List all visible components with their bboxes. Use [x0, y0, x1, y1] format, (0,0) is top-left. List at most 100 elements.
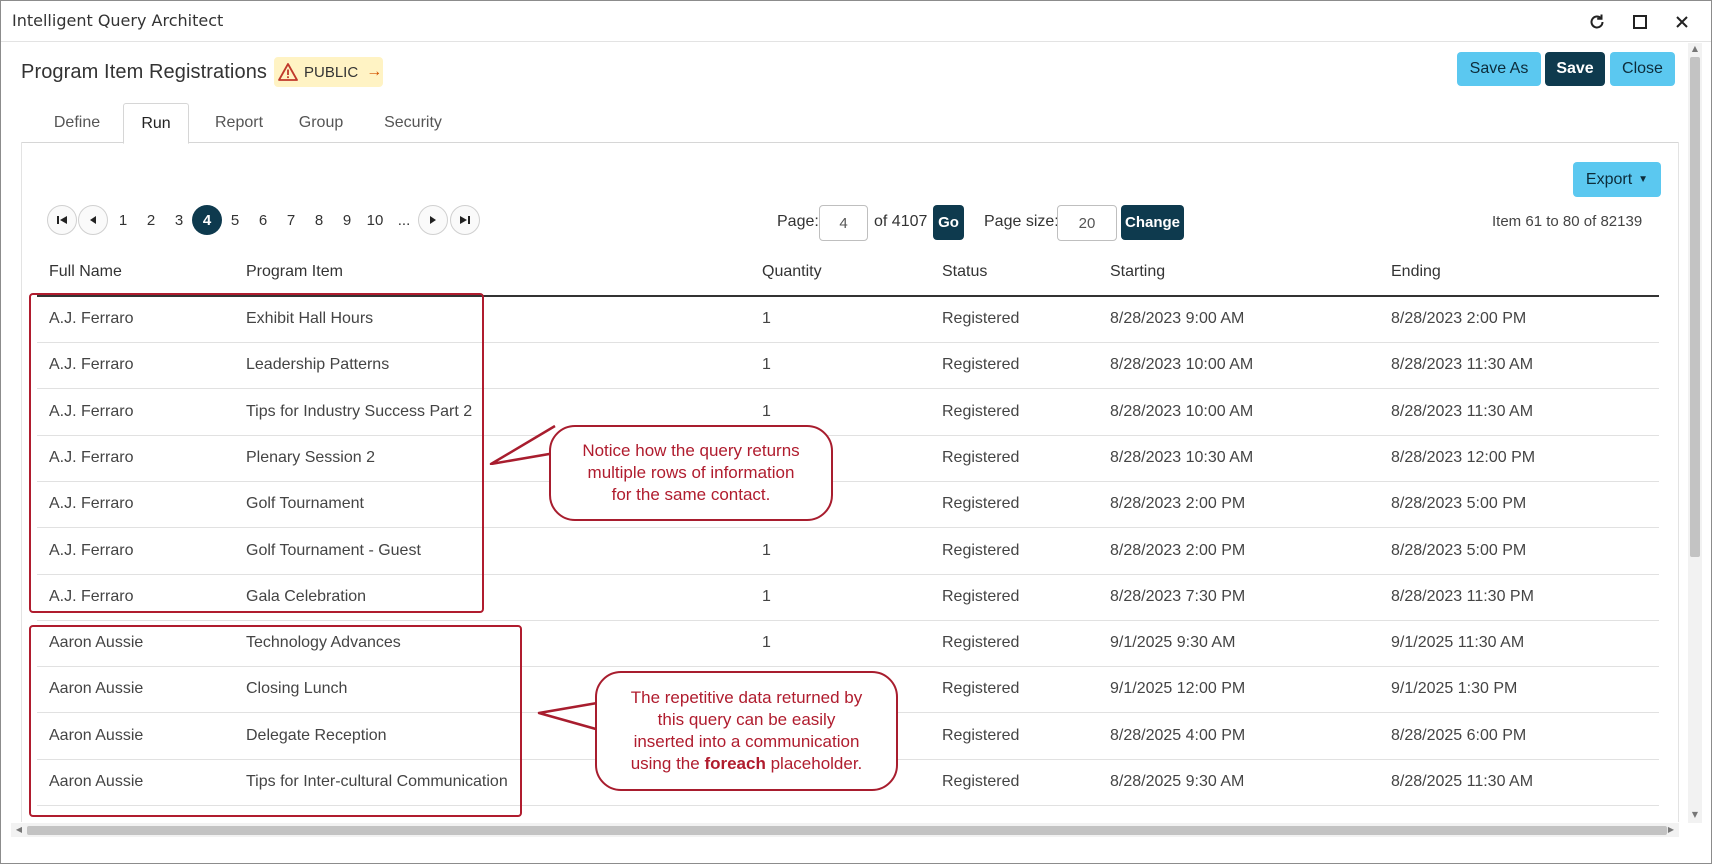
cell-full-name: A.J. Ferraro: [49, 587, 134, 605]
cell-full-name: Aaron Aussie: [49, 680, 144, 698]
page-link-7[interactable]: 7: [279, 205, 303, 235]
column-header-quantity[interactable]: Quantity: [762, 263, 822, 281]
cell-ending: 8/28/2023 12:00 PM: [1391, 448, 1536, 466]
table-row[interactable]: A.J. Ferraro Gala Celebration 1 Registered 8…: [37, 575, 1659, 621]
cell-status: Registered: [942, 726, 1020, 744]
cell-ending: 8/28/2023 11:30 AM: [1391, 356, 1534, 374]
page-link-9[interactable]: 9: [335, 205, 359, 235]
item-range-total: 82139: [1600, 213, 1643, 230]
change-button[interactable]: Change: [1121, 205, 1184, 240]
next-page-icon: [430, 216, 436, 224]
tab-security[interactable]: Security: [375, 103, 451, 143]
table-row[interactable]: A.J. Ferraro Tips for Industry Success Pa…: [37, 390, 1659, 436]
table-row[interactable]: A.J. Ferraro Plenary Session 2 Registered 8…: [37, 436, 1659, 482]
scroll-down-icon[interactable]: ▼: [1688, 810, 1702, 822]
cell-starting: 8/28/2025 4:00 PM: [1110, 726, 1246, 744]
public-badge[interactable]: PUBLIC →: [274, 57, 383, 87]
page-size-input[interactable]: [1057, 205, 1117, 241]
item-range-prefix: Item: [1492, 213, 1522, 230]
go-button[interactable]: Go: [933, 205, 964, 240]
cell-quantity: 1: [762, 356, 771, 374]
table-row[interactable]: A.J. Ferraro Golf Tournament Registered 8/2…: [37, 482, 1659, 529]
column-header-program-item[interactable]: Program Item: [246, 263, 343, 281]
table-row[interactable]: A.J. Ferraro Exhibit Hall Hours 1 Registere…: [37, 297, 1659, 343]
cell-program-item: Golf Tournament - Guest: [246, 541, 421, 559]
cell-status: Registered: [942, 541, 1020, 559]
save-as-button[interactable]: Save As: [1457, 52, 1541, 86]
page-link-6[interactable]: 6: [251, 205, 275, 235]
page-ellipsis[interactable]: ...: [392, 205, 416, 235]
item-range-from: 61: [1525, 213, 1543, 230]
tab-group[interactable]: Group: [293, 103, 349, 143]
cell-ending: 8/28/2023 5:00 PM: [1391, 541, 1527, 559]
table-row[interactable]: Aaron Aussie Technology Advances 1 Register…: [37, 621, 1659, 668]
cell-ending: 8/28/2023 2:00 PM: [1391, 310, 1527, 327]
page-link-2[interactable]: 2: [139, 205, 163, 235]
cell-program-item: Exhibit Hall Hours: [246, 310, 374, 327]
cell-starting: 8/28/2023 10:00 AM: [1110, 402, 1254, 420]
column-header-starting[interactable]: Starting: [1110, 263, 1165, 281]
page-link-5[interactable]: 5: [223, 205, 247, 235]
warning-icon: [278, 63, 298, 81]
callout-1-line-2: multiple rows of information: [587, 463, 795, 482]
first-page-button[interactable]: [47, 205, 77, 235]
scroll-up-icon[interactable]: ▲: [1688, 44, 1702, 56]
table-row[interactable]: A.J. Ferraro Golf Tournament - Guest 1 Regi…: [37, 529, 1659, 575]
maximize-icon[interactable]: [1627, 9, 1653, 35]
page-number-input[interactable]: [819, 205, 868, 241]
page-link-3[interactable]: 3: [167, 205, 191, 235]
next-page-button[interactable]: [418, 205, 448, 235]
tab-define[interactable]: Define: [35, 103, 119, 143]
cell-starting: 8/28/2023 10:00 AM: [1110, 356, 1254, 374]
scroll-left-icon[interactable]: ◀: [13, 823, 25, 837]
cell-program-item: Plenary Session 2: [246, 448, 375, 466]
cell-quantity: 1: [762, 541, 771, 559]
cell-full-name: A.J. Ferraro: [49, 495, 134, 513]
cell-status: Registered: [942, 402, 1020, 420]
last-page-button[interactable]: [450, 205, 480, 235]
cell-program-item: Delegate Reception: [246, 726, 387, 744]
callout-2-line-3: inserted into a communication: [633, 732, 860, 751]
cell-program-item: Tips for Inter-cultural Communication: [246, 773, 508, 790]
close-icon[interactable]: [1669, 9, 1695, 35]
horizontal-scrollbar[interactable]: ◀ ▶: [11, 823, 1679, 837]
public-badge-label: PUBLIC: [304, 63, 359, 81]
close-button[interactable]: Close: [1610, 52, 1675, 86]
tab-run[interactable]: Run: [123, 103, 189, 144]
page-size-label: Page size:: [984, 213, 1059, 230]
save-button[interactable]: Save: [1545, 52, 1605, 86]
page-link-10[interactable]: 10: [364, 205, 386, 235]
page-link-1[interactable]: 1: [111, 205, 135, 235]
cell-program-item: Leadership Patterns: [246, 356, 390, 374]
page-title: Program Item Registrations: [21, 61, 268, 83]
tab-bar: Define Run Report Group Security: [21, 103, 1679, 144]
column-header-full-name[interactable]: Full Name: [49, 263, 122, 281]
tab-report[interactable]: Report: [205, 103, 273, 143]
vertical-scroll-thumb[interactable]: [1690, 57, 1700, 557]
page-link-8[interactable]: 8: [307, 205, 331, 235]
callout-1-line-3: for the same contact.: [611, 485, 771, 504]
cell-program-item: Golf Tournament: [246, 495, 364, 513]
export-button[interactable]: Export ▼: [1573, 162, 1661, 197]
callout-2-using-text: using the: [630, 754, 700, 773]
scroll-right-icon[interactable]: ▶: [1665, 823, 1677, 837]
page-label: Page:: [777, 213, 819, 230]
column-header-status[interactable]: Status: [942, 263, 987, 281]
refresh-icon[interactable]: [1584, 9, 1610, 35]
cell-full-name: A.J. Ferraro: [49, 541, 134, 559]
horizontal-scroll-thumb[interactable]: [27, 826, 1667, 835]
cell-ending: 9/1/2025 11:30 AM: [1391, 634, 1525, 652]
caret-down-icon: ▼: [1638, 174, 1649, 185]
cell-quantity: 1: [762, 402, 771, 420]
cell-starting: 8/28/2025 9:30 AM: [1110, 773, 1245, 790]
column-header-ending[interactable]: Ending: [1391, 263, 1441, 281]
cell-ending: 8/28/2023 11:30 PM: [1391, 587, 1534, 605]
prev-page-button[interactable]: [78, 205, 108, 235]
callout-2-placeholder-text: placeholder.: [770, 754, 863, 773]
cell-starting: 8/28/2023 7:30 PM: [1110, 587, 1246, 605]
table-row[interactable]: A.J. Ferraro Leadership Patterns 1 Register…: [37, 343, 1659, 390]
cell-full-name: A.J. Ferraro: [49, 356, 134, 374]
vertical-scrollbar[interactable]: ▲ ▼: [1688, 43, 1702, 823]
page-link-4-current[interactable]: 4: [192, 205, 222, 235]
cell-status: Registered: [942, 448, 1020, 466]
